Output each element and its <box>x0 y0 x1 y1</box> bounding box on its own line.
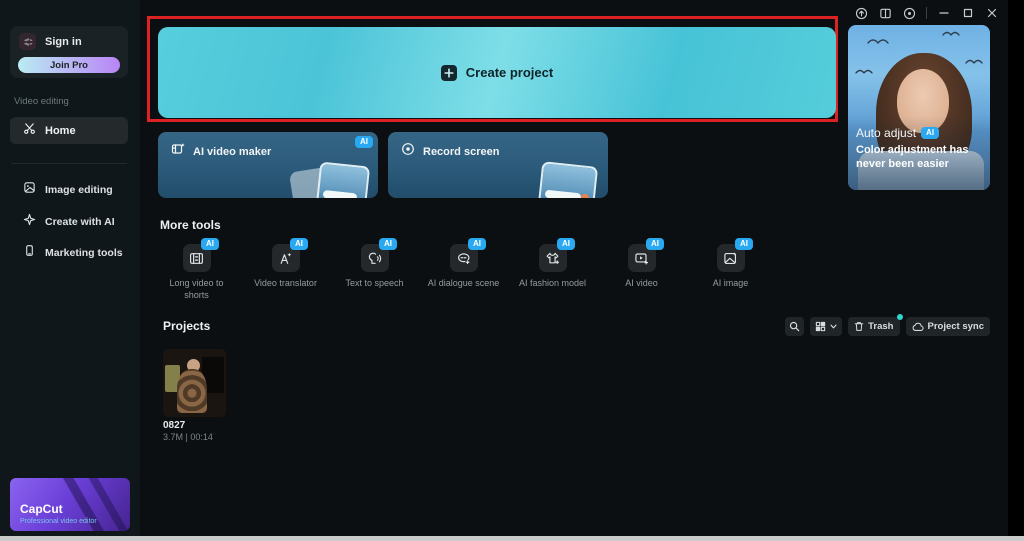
section-label-video-editing: Video editing <box>14 96 69 107</box>
sidebar-divider <box>11 163 127 164</box>
tool-ai-video[interactable]: AI AI video <box>597 238 686 301</box>
footer-tagline: Professional video editor <box>20 518 97 525</box>
card-thumb <box>538 161 598 198</box>
thumb-art <box>177 369 207 413</box>
ai-video-maker-card[interactable]: AI video maker AI <box>158 132 378 198</box>
tool-label: AI fashion model <box>508 278 597 290</box>
grid-view-icon <box>815 321 826 332</box>
record-icon <box>401 142 415 161</box>
updates-icon[interactable] <box>851 3 871 23</box>
signin-button[interactable]: Sign in <box>45 36 82 48</box>
sidebar-item-home[interactable]: Home <box>10 117 128 144</box>
tool-ai-dialogue-scene[interactable]: AI AI dialogue scene <box>419 238 508 301</box>
tool-video-translator[interactable]: AI Video translator <box>241 238 330 301</box>
tool-text-to-speech[interactable]: AI Text to speech <box>330 238 419 301</box>
settings-icon[interactable] <box>899 3 919 23</box>
scissors-icon <box>23 122 36 140</box>
screen-bottom-edge <box>0 536 1024 541</box>
notification-dot <box>897 314 903 320</box>
tool-ai-image[interactable]: AI AI image <box>686 238 775 301</box>
capcut-window: CapCut <box>0 0 1008 536</box>
home-label: Home <box>45 125 76 137</box>
marketing-tools-label: Marketing tools <box>45 247 123 259</box>
tool-ai-fashion-model[interactable]: AI AI fashion model <box>508 238 597 301</box>
thumb-pill <box>545 190 582 198</box>
tool-long-video-to-shorts[interactable]: AI Long video to shorts <box>152 238 241 301</box>
projects-heading: Projects <box>163 319 210 333</box>
sparkle-icon <box>23 213 36 231</box>
capcut-promo-banner[interactable]: CapCut Professional video editor <box>10 478 130 531</box>
tool-label: Text to speech <box>330 278 419 290</box>
ai-badge: AI <box>468 238 486 250</box>
join-pro-button[interactable]: Join Pro <box>18 57 120 73</box>
ai-badge: AI <box>646 238 664 250</box>
ai-badge: AI <box>201 238 219 250</box>
ai-badge: AI <box>290 238 308 250</box>
marketing-tools-icon <box>23 244 36 262</box>
projects-toolbar: Trash Project sync <box>785 317 990 336</box>
maximize-button[interactable] <box>958 3 978 23</box>
image-editing-icon <box>23 181 36 199</box>
sidebar-item-create-with-ai[interactable]: Create with AI <box>10 210 128 234</box>
close-button[interactable] <box>982 3 1002 23</box>
titlebar-divider <box>926 7 927 19</box>
project-title: 0827 <box>163 420 185 431</box>
project-meta: 3.7M | 00:14 <box>163 432 213 442</box>
ai-badge: AI <box>379 238 397 250</box>
record-screen-card[interactable]: Record screen <box>388 132 608 198</box>
sidebar-item-marketing-tools[interactable]: Marketing tools <box>10 241 128 265</box>
cloud-sync-icon <box>912 322 924 332</box>
minimize-button[interactable] <box>934 3 954 23</box>
promo-title: Auto adjust <box>856 126 916 140</box>
ai-badge: AI <box>921 127 939 139</box>
guide-icon[interactable] <box>875 3 895 23</box>
view-mode-button[interactable] <box>810 317 842 336</box>
tool-label: AI video <box>597 278 686 290</box>
avatar[interactable] <box>19 33 36 50</box>
trash-icon <box>854 321 864 332</box>
footer-brand: CapCut <box>20 502 63 516</box>
project-thumbnail[interactable] <box>163 349 226 417</box>
create-with-ai-label: Create with AI <box>45 216 115 228</box>
auto-adjust-promo-card[interactable]: Auto adjust AI Color adjustment has neve… <box>848 25 990 190</box>
signin-card: Sign in Join Pro <box>10 26 128 78</box>
plus-icon <box>441 65 457 81</box>
chevron-down-icon <box>830 324 837 329</box>
more-tools-row: AI Long video to shorts AI Video transla… <box>152 238 775 301</box>
sidebar: Sign in Join Pro Video editing Home Imag… <box>0 0 140 536</box>
search-icon <box>789 321 800 332</box>
ai-badge: AI <box>735 238 753 250</box>
tool-label: AI image <box>686 278 775 290</box>
promo-subtitle: Color adjustment has never been easier <box>856 144 982 172</box>
card-thumb <box>316 162 370 198</box>
tool-label: Video translator <box>241 278 330 290</box>
create-project-label: Create project <box>466 65 553 80</box>
tool-label: Long video to shorts <box>152 278 241 301</box>
thumb-pill <box>323 190 358 198</box>
more-tools-heading: More tools <box>160 218 221 232</box>
ai-video-maker-icon <box>171 142 185 161</box>
ai-badge: AI <box>355 136 373 148</box>
trash-button[interactable]: Trash <box>848 317 899 336</box>
thumb-record-dot <box>580 193 589 198</box>
project-sync-label: Project sync <box>928 321 985 332</box>
tool-label: AI dialogue scene <box>419 278 508 290</box>
ai-video-maker-label: AI video maker <box>193 146 271 158</box>
ai-badge: AI <box>557 238 575 250</box>
search-button[interactable] <box>785 317 804 336</box>
record-screen-label: Record screen <box>423 146 499 158</box>
project-sync-button[interactable]: Project sync <box>906 317 991 336</box>
create-project-button[interactable]: Create project <box>158 27 836 118</box>
image-editing-label: Image editing <box>45 184 113 196</box>
trash-label: Trash <box>868 321 893 332</box>
sidebar-item-image-editing[interactable]: Image editing <box>10 178 128 202</box>
